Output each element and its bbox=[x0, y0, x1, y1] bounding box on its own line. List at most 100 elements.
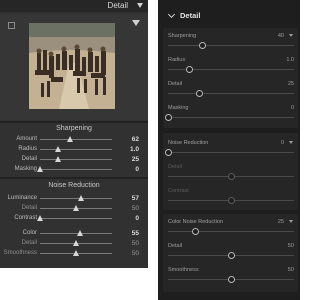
slider-track[interactable] bbox=[168, 117, 294, 118]
slider-label: Masking bbox=[168, 105, 189, 111]
slider-row-detail: Detail 25 bbox=[163, 80, 298, 102]
slider-value[interactable]: 50 bbox=[132, 249, 139, 258]
slider-row-contrast: Contrast 0 bbox=[0, 214, 148, 223]
slider-value[interactable]: 50 bbox=[288, 266, 294, 274]
slider-track[interactable] bbox=[40, 159, 112, 160]
noise-reduction-value[interactable]: 0 bbox=[281, 139, 284, 147]
detail-section-header[interactable]: Detail bbox=[158, 8, 300, 28]
slider-row-sharpening: Sharpening 40 bbox=[163, 32, 298, 54]
slider-label: Detail bbox=[21, 240, 37, 246]
right-detail-panel: Detail Sharpening 40 Radius 1.0 Detail 25 Mask… bbox=[158, 0, 300, 300]
slider-value[interactable]: 57 bbox=[132, 194, 139, 203]
slider-row-masking: Masking 0 bbox=[163, 104, 298, 126]
slider-track[interactable] bbox=[40, 169, 112, 170]
slider-thumb[interactable] bbox=[37, 166, 43, 172]
slider-thumb[interactable] bbox=[227, 197, 235, 204]
color-noise-reduction-card: Color Noise Reduction 25 Detail 50 Smoothn… bbox=[163, 214, 298, 292]
dropdown-caret-icon[interactable] bbox=[289, 141, 293, 144]
slider-row-radius: Radius 1.0 bbox=[163, 56, 298, 78]
slider-row-luminance: Luminance 57 bbox=[0, 194, 148, 203]
slider-value[interactable]: 50 bbox=[132, 204, 139, 213]
preview-image[interactable] bbox=[29, 23, 115, 109]
slider-thumb[interactable] bbox=[191, 228, 199, 235]
slider-label: Detail bbox=[21, 205, 37, 211]
sharpening-card: Sharpening 40 Radius 1.0 Detail 25 Masking 0 bbox=[163, 28, 298, 128]
noise-reduction-label: Noise Reduction bbox=[168, 140, 209, 146]
slider-label: Smoothness bbox=[168, 267, 199, 273]
slider-label: Detail bbox=[168, 243, 183, 249]
slider-track[interactable] bbox=[168, 231, 294, 232]
slider-thumb[interactable] bbox=[164, 149, 172, 156]
slider-label: Masking bbox=[14, 166, 37, 172]
slider-label: Contrast bbox=[14, 215, 37, 221]
panel-header-title: Detail bbox=[107, 1, 128, 10]
slider-value[interactable]: 1.0 bbox=[130, 145, 139, 154]
detail-title: Detail bbox=[180, 11, 201, 20]
slider-thumb[interactable] bbox=[55, 146, 61, 152]
slider-label: Smoothness bbox=[3, 250, 37, 256]
target-adjust-icon[interactable] bbox=[8, 22, 15, 29]
noise-reduction-section-title: Noise Reduction bbox=[48, 182, 100, 189]
slider-thumb[interactable] bbox=[73, 250, 79, 256]
slider-thumb[interactable] bbox=[227, 276, 235, 283]
slider-value[interactable]: 55 bbox=[132, 229, 139, 238]
slider-thumb[interactable] bbox=[55, 156, 61, 162]
collapse-triangle-icon[interactable] bbox=[137, 3, 143, 8]
slider-track[interactable] bbox=[168, 93, 294, 94]
slider-thumb[interactable] bbox=[73, 240, 79, 246]
slider-row-contrast: Contrast bbox=[163, 187, 298, 209]
slider-thumb[interactable] bbox=[66, 136, 73, 142]
slider-track[interactable] bbox=[168, 152, 294, 153]
slider-value[interactable]: 0 bbox=[135, 214, 139, 223]
slider-label: Detail bbox=[168, 81, 183, 87]
section-divider bbox=[0, 121, 148, 123]
slider-row-detail: Detail 25 bbox=[0, 155, 148, 164]
chevron-down-icon[interactable] bbox=[167, 10, 176, 19]
slider-thumb[interactable] bbox=[196, 90, 203, 97]
slider-track[interactable] bbox=[168, 45, 294, 46]
color-noise-reduction-value[interactable]: 25 bbox=[278, 218, 284, 226]
slider-thumb[interactable] bbox=[37, 215, 43, 221]
slider-thumb[interactable] bbox=[164, 114, 172, 121]
preview-toggle-icon[interactable] bbox=[132, 20, 140, 26]
slider-row-detail: Detail 50 bbox=[0, 239, 148, 248]
color-noise-reduction-label: Color Noise Reduction bbox=[168, 219, 224, 225]
dropdown-caret-icon[interactable] bbox=[289, 220, 293, 223]
slider-row-detail: Detail 50 bbox=[163, 242, 298, 264]
slider-value[interactable]: 50 bbox=[132, 239, 139, 248]
slider-value[interactable]: 40 bbox=[278, 32, 284, 40]
left-detail-panel: Detail Sharpening Amount 62 Radius 1.0 D… bbox=[0, 0, 148, 268]
slider-thumb[interactable] bbox=[73, 205, 79, 211]
slider-track[interactable] bbox=[40, 139, 112, 140]
slider-label: Luminance bbox=[7, 195, 37, 201]
slider-value[interactable]: 0 bbox=[135, 165, 139, 174]
slider-track[interactable] bbox=[40, 218, 112, 219]
section-divider bbox=[0, 177, 148, 179]
panel-header[interactable]: Detail bbox=[0, 0, 148, 12]
slider-label: Sharpening bbox=[168, 33, 197, 39]
slider-row-smoothness: Smoothness 50 bbox=[163, 266, 298, 288]
slider-value[interactable]: 1.0 bbox=[286, 56, 294, 64]
slider-row-smoothness: Smoothness 50 bbox=[0, 249, 148, 258]
slider-thumb[interactable] bbox=[227, 173, 235, 180]
slider-value[interactable]: 25 bbox=[132, 155, 139, 164]
slider-label: Color bbox=[22, 230, 37, 236]
slider-thumb[interactable] bbox=[227, 252, 235, 259]
slider-value[interactable]: 50 bbox=[288, 242, 294, 250]
slider-track[interactable] bbox=[40, 149, 112, 150]
slider-row-radius: Radius 1.0 bbox=[0, 145, 148, 154]
slider-value[interactable]: 0 bbox=[291, 104, 294, 112]
slider-value[interactable]: 25 bbox=[288, 80, 294, 88]
slider-label: Contrast bbox=[168, 188, 189, 194]
slider-thumb[interactable] bbox=[198, 42, 206, 49]
slider-label: Detail bbox=[168, 164, 183, 170]
dropdown-caret-icon[interactable] bbox=[289, 34, 293, 37]
slider-thumb[interactable] bbox=[76, 230, 83, 236]
slider-thumb[interactable] bbox=[78, 195, 85, 201]
slider-thumb[interactable] bbox=[185, 66, 193, 73]
slider-label: Radius bbox=[168, 57, 186, 63]
slider-track[interactable] bbox=[40, 198, 112, 199]
slider-value[interactable]: 62 bbox=[132, 135, 139, 144]
slider-row-color: Color 55 bbox=[0, 229, 148, 238]
slider-label: Amount bbox=[16, 136, 37, 142]
